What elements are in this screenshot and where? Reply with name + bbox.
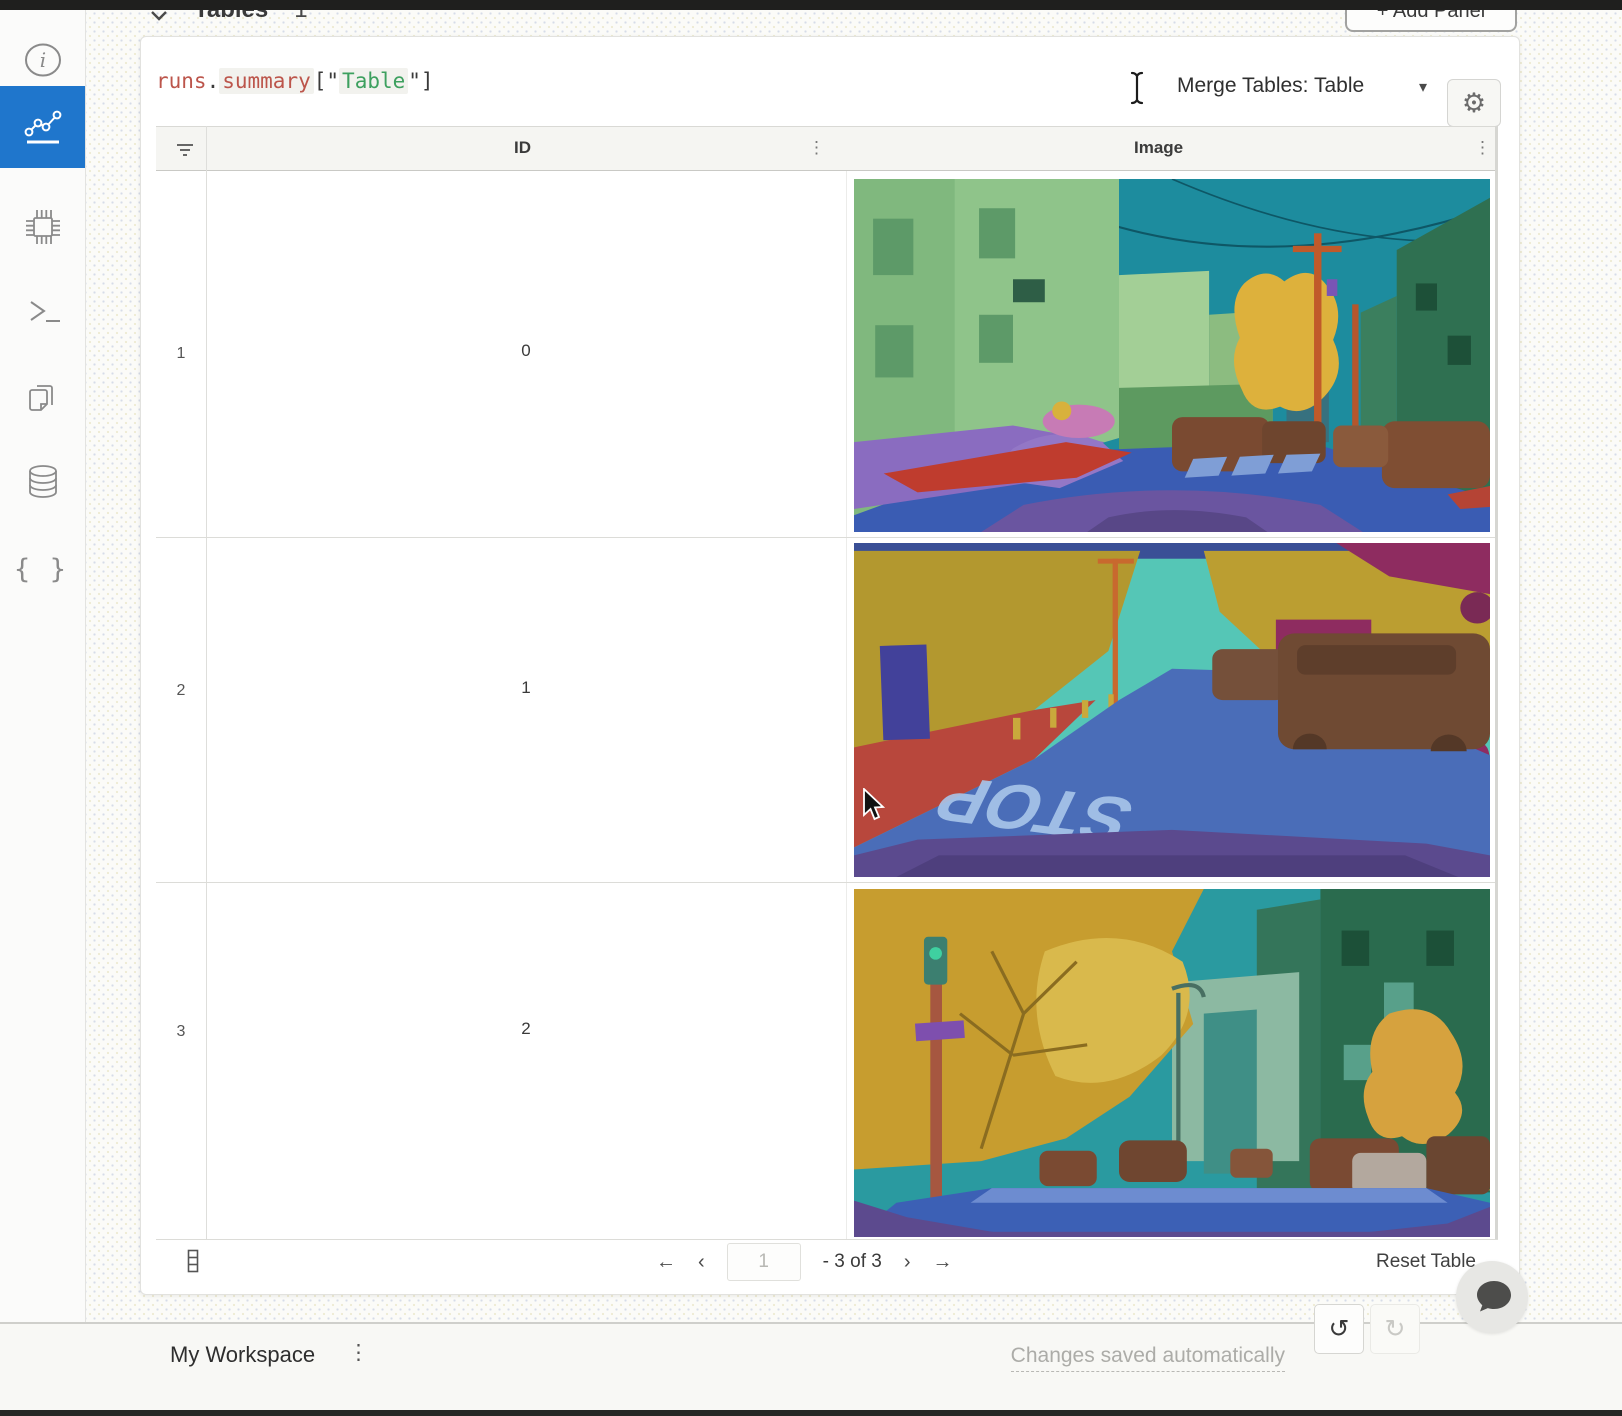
column-header-image[interactable]: Image <box>1134 138 1183 158</box>
query-close-bracket: "] <box>408 69 433 93</box>
wandb-workspace-screen: Tables 1 + Add Panel i <box>0 0 1622 1416</box>
left-sidebar: i <box>0 10 86 1322</box>
help-chat-button[interactable] <box>1456 1261 1528 1333</box>
cell-id[interactable]: 2 <box>466 1019 586 1039</box>
workspace-title[interactable]: My Workspace <box>170 1342 315 1368</box>
column-menu-icon[interactable]: ⋮ <box>808 138 825 158</box>
next-page-button[interactable]: › <box>904 1251 911 1274</box>
column-divider <box>206 126 207 1239</box>
vertical-scrollbar[interactable] <box>1495 126 1498 1239</box>
table-footer: ← ‹ - 3 of 3 › → Reset Table <box>156 1239 1498 1291</box>
filter-icon[interactable] <box>176 143 194 157</box>
last-page-button[interactable]: → <box>933 1251 953 1274</box>
row-divider <box>156 882 1498 883</box>
first-page-button[interactable]: ← <box>656 1251 676 1274</box>
line-chart-icon[interactable] <box>0 86 85 168</box>
panel-settings-button[interactable]: ⚙ <box>1447 79 1501 127</box>
undo-button[interactable]: ↺ <box>1314 1304 1364 1354</box>
workspace-menu-icon[interactable]: ⋮ <box>348 1340 370 1365</box>
chevron-down-icon[interactable] <box>150 10 168 22</box>
row-height-icon[interactable] <box>186 1249 200 1273</box>
svg-text:i: i <box>39 48 45 72</box>
column-header-id[interactable]: ID <box>514 138 531 158</box>
query-key: Table <box>339 68 408 94</box>
copy-icon[interactable] <box>0 365 85 429</box>
page-number-input[interactable] <box>727 1243 801 1281</box>
cell-segmentation-image[interactable]: STOP <box>854 543 1490 877</box>
redo-button[interactable]: ↻ <box>1370 1304 1420 1354</box>
prev-page-button[interactable]: ‹ <box>698 1251 705 1274</box>
braces-icon[interactable]: { } <box>0 537 85 601</box>
query-dot: . <box>207 69 220 93</box>
reset-table-button[interactable]: Reset Table <box>1376 1251 1476 1273</box>
row-index: 3 <box>156 1023 206 1041</box>
query-object: runs <box>156 69 207 93</box>
top-dark-bar <box>0 0 1622 10</box>
cell-id[interactable]: 1 <box>466 678 586 698</box>
terminal-icon[interactable] <box>0 280 85 344</box>
column-menu-icon[interactable]: ⋮ <box>1474 138 1491 158</box>
row-index: 2 <box>156 682 206 700</box>
table-header: ID ⋮ Image ⋮ <box>156 126 1498 171</box>
query-method: summary <box>219 68 314 94</box>
workspace-bar: My Workspace ⋮ Changes saved automatical… <box>0 1324 1622 1410</box>
pagination: ← ‹ - 3 of 3 › → <box>656 1243 953 1281</box>
panel-query[interactable]: runs.summary["Table"] <box>156 69 434 93</box>
merge-tables-dropdown[interactable]: Merge Tables: Table <box>1177 74 1364 98</box>
row-divider <box>156 537 1498 538</box>
bottom-dark-bar <box>0 1410 1622 1416</box>
query-open-bracket: [" <box>314 69 339 93</box>
info-icon[interactable]: i <box>0 28 85 92</box>
cell-segmentation-image[interactable] <box>854 889 1490 1237</box>
table-panel: runs.summary["Table"] Merge Tables: Tabl… <box>140 36 1520 1295</box>
chat-bubble-icon <box>1470 1275 1514 1319</box>
page-range-label: - 3 of 3 <box>823 1251 882 1273</box>
braces-glyph: { } <box>14 554 72 585</box>
text-cursor-icon <box>1129 71 1145 110</box>
column-divider <box>846 171 847 1239</box>
autosave-status[interactable]: Changes saved automatically <box>1011 1344 1285 1372</box>
mouse-cursor <box>862 788 888 827</box>
database-icon[interactable] <box>0 450 85 514</box>
chip-icon[interactable] <box>0 195 85 259</box>
gear-icon: ⚙ <box>1462 88 1486 119</box>
chevron-down-icon[interactable]: ▾ <box>1419 77 1427 97</box>
cell-id[interactable]: 0 <box>466 341 586 361</box>
row-index: 1 <box>156 345 206 363</box>
cell-segmentation-image[interactable] <box>854 179 1490 532</box>
